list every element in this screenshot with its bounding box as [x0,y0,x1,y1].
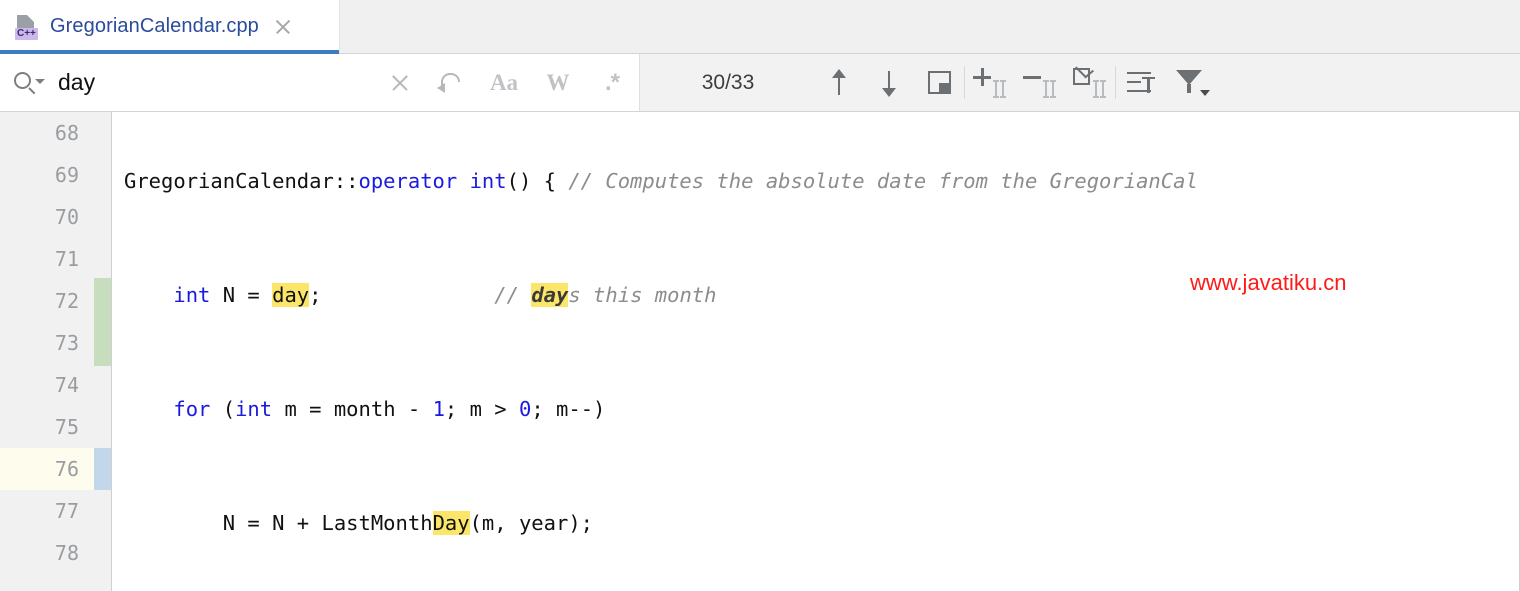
line-number: 69 [0,154,111,196]
tab-bar-empty-area [340,0,1520,53]
find-previous-button[interactable] [814,54,864,111]
regex-toggle[interactable]: .* [585,69,639,97]
close-icon [389,72,411,94]
tab-title: GregorianCalendar.cpp [50,15,259,38]
filter-button[interactable] [1166,54,1216,111]
search-input[interactable] [52,54,374,111]
clear-search-button[interactable] [374,72,426,94]
search-field-container[interactable]: Aa W .* [0,54,640,111]
preserve-indent-icon [1127,72,1155,94]
line-number: 71 [0,238,111,280]
editor-tab-gregoriancalendar-cpp[interactable]: C++ GregorianCalendar.cpp [0,0,340,53]
find-toolbar: Aa W .* 30/33 [0,54,1520,112]
code-line-71[interactable]: N = N + LastMonthDay(m, year); [112,502,1519,544]
line-number: 68 [0,112,111,154]
find-next-button[interactable] [864,54,914,111]
match-case-toggle[interactable]: Aa [477,70,531,96]
arrow-up-icon [829,69,849,97]
editor-tab-bar: C++ GregorianCalendar.cpp [0,0,1520,54]
line-number: 77 [0,490,111,532]
code-content[interactable]: GregorianCalendar::operator int() { // C… [112,112,1519,591]
line-number: 74 [0,364,111,406]
code-line-68[interactable]: GregorianCalendar::operator int() { // C… [112,160,1519,202]
match-count-label: 30/33 [668,54,788,111]
remove-selection-button[interactable] [1015,54,1065,111]
close-icon[interactable] [271,15,295,39]
line-number: 78 [0,532,111,574]
cpp-file-icon: C++ [14,14,40,40]
open-in-find-window-button[interactable] [914,54,964,111]
code-editor-window: C++ GregorianCalendar.cpp A [0,0,1520,591]
add-selection-button[interactable] [965,54,1015,111]
preserve-indent-button[interactable] [1116,54,1166,111]
toolbar-spacer [788,54,814,111]
line-number-gutter[interactable]: 68 69 70 71 72 73 74 75 76 77 78 [0,112,112,591]
line-number: 70 [0,196,111,238]
filter-icon [1176,70,1206,96]
select-all-occurrences-icon [1073,68,1107,98]
add-selection-icon [973,68,1007,98]
code-line-69[interactable]: int N = day; // days this month [112,274,1519,316]
cpp-language-badge: C++ [15,28,38,40]
reset-search-button[interactable] [426,71,476,95]
return-arrow-icon [438,71,464,95]
arrow-down-icon [879,69,899,97]
caret-line-marker [94,448,111,490]
line-number: 75 [0,406,111,448]
code-line-70[interactable]: for (int m = month - 1; m > 0; m--) [112,388,1519,430]
remove-selection-icon [1023,68,1057,98]
select-all-occurrences-button[interactable] [1065,54,1115,111]
whole-words-toggle[interactable]: W [531,70,585,96]
vcs-change-marker-added[interactable] [94,278,111,366]
open-in-find-window-icon [928,71,951,94]
code-editor-area[interactable]: 68 69 70 71 72 73 74 75 76 77 78 Gregori… [0,112,1520,591]
search-icon[interactable] [12,68,52,98]
